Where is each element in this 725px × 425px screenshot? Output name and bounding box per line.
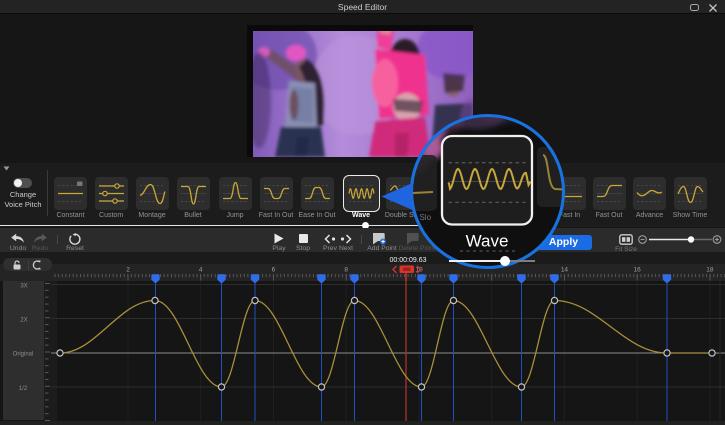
svg-text:Wave: Wave [466, 232, 509, 251]
svg-text:1/2: 1/2 [19, 386, 28, 392]
svg-text:Original: Original [13, 352, 34, 358]
svg-text:2X: 2X [20, 318, 27, 324]
